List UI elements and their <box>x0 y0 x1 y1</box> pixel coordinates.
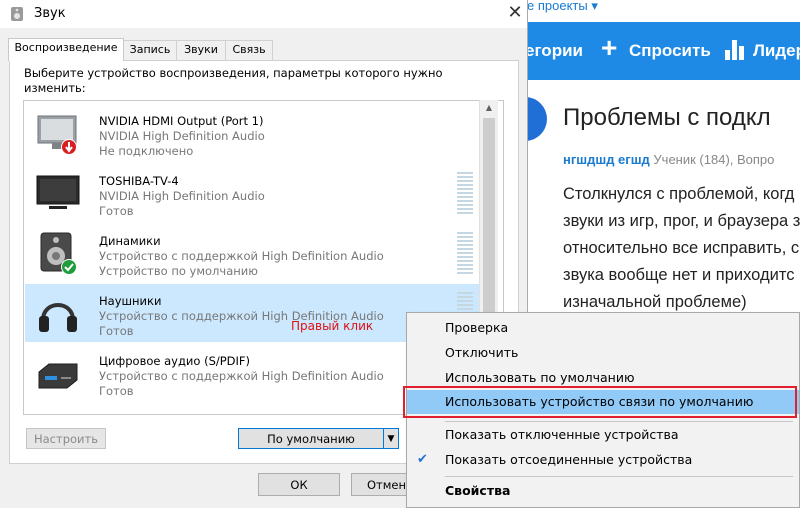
body-line: звуки из игр, прог, и браузера з <box>563 212 800 230</box>
device-name: NVIDIA HDMI Output (Port 1) <box>99 114 264 128</box>
volume-level-meter <box>457 172 473 216</box>
menu-item-label: Показать отсоединенные устройства <box>445 452 693 467</box>
device-status: Готов <box>99 204 134 218</box>
projects-link[interactable]: е проекты ▾ <box>527 0 598 14</box>
menu-item-label: Отключить <box>445 345 519 360</box>
device-status: Устройство по умолчанию <box>99 264 258 278</box>
speaker-title-icon <box>11 7 23 21</box>
menu-item-show-disabled[interactable]: Показать отключенные устройства <box>407 423 799 447</box>
configure-button[interactable]: Настроить <box>26 428 106 449</box>
device-description: NVIDIA High Definition Audio <box>99 189 265 203</box>
list-item[interactable]: Динамики Устройство с поддержкой High De… <box>25 224 480 282</box>
menu-separator <box>445 476 793 477</box>
menu-item-label: Показать отключенные устройства <box>445 427 679 442</box>
monitor-disconnected-icon <box>37 115 77 155</box>
device-name: Цифровое аудио (S/PDIF) <box>99 354 251 368</box>
checkmark-icon: ✔ <box>417 452 428 467</box>
web-nav-bar: егории + Спросить Лидер <box>525 22 800 80</box>
device-name: Наушники <box>99 294 162 308</box>
plus-icon: + <box>601 32 618 63</box>
set-default-button[interactable]: По умолчанию <box>238 428 384 449</box>
question-body: Столкнулся с проблемой, когд звуки из иг… <box>563 181 800 316</box>
nav-categories[interactable]: егории <box>525 41 583 61</box>
volume-level-meter <box>457 232 473 276</box>
device-name: TOSHIBA-TV-4 <box>99 174 179 188</box>
title-bar[interactable]: Звук ✕ <box>0 0 527 28</box>
menu-item-properties[interactable]: Свойства <box>407 479 799 503</box>
question-title: Проблемы с подкл <box>563 104 771 131</box>
device-status: Готов <box>99 324 134 338</box>
device-description: Устройство с поддержкой High Definition … <box>99 369 384 383</box>
scroll-up-icon[interactable]: ▲ <box>480 100 498 116</box>
instructions-text: Выберите устройство воспроизведения, пар… <box>24 66 443 95</box>
body-line: относительно все исправить, с <box>563 239 800 257</box>
device-description: NVIDIA High Definition Audio <box>99 129 265 143</box>
device-name: Динамики <box>99 234 161 248</box>
menu-item-label: Свойства <box>445 483 511 498</box>
menu-item-show-disconnected[interactable]: ✔ Показать отсоединенные устройства <box>407 448 799 472</box>
web-top-bar: е проекты ▾ <box>525 0 800 14</box>
tab-sounds[interactable]: Звуки <box>176 40 226 60</box>
nav-ask[interactable]: Спросить <box>629 41 711 61</box>
window-title: Звук <box>34 6 66 21</box>
ok-button[interactable]: ОК <box>258 473 340 496</box>
tv-icon <box>36 175 80 209</box>
annotation-highlight-box <box>403 386 797 418</box>
right-click-annotation: Правый клик <box>291 319 374 333</box>
headphones-icon <box>39 303 77 332</box>
tab-playback[interactable]: Воспроизведение <box>8 38 124 61</box>
menu-separator <box>445 421 793 422</box>
author-info: Ученик (184), Вопро <box>653 152 775 167</box>
tab-communications[interactable]: Связь <box>225 40 273 60</box>
leaders-bar-icon <box>725 40 744 60</box>
menu-item-disable[interactable]: Отключить <box>407 341 799 365</box>
list-item[interactable]: TOSHIBA-TV-4 NVIDIA High Definition Audi… <box>25 164 480 222</box>
chevron-down-icon[interactable]: ▼ <box>383 428 399 449</box>
body-line: звука вообще нет и приходитс <box>563 266 795 284</box>
device-status: Готов <box>99 384 134 398</box>
question-meta: нгшдшд егшд Ученик (184), Вопро <box>563 152 774 167</box>
digital-audio-icon <box>38 363 78 389</box>
author-link[interactable]: нгшдшд егшд <box>563 152 650 167</box>
speaker-default-icon <box>40 232 77 275</box>
device-description: Устройство с поддержкой High Definition … <box>99 249 384 263</box>
list-item[interactable]: NVIDIA HDMI Output (Port 1) NVIDIA High … <box>25 104 480 162</box>
menu-item-label: Проверка <box>445 320 509 335</box>
device-status: Не подключено <box>99 144 194 158</box>
tab-recording[interactable]: Запись <box>123 40 177 60</box>
body-line: Столкнулся с проблемой, когд <box>563 185 795 203</box>
close-icon[interactable]: ✕ <box>502 1 528 27</box>
menu-item-test[interactable]: Проверка <box>407 316 799 340</box>
nav-leaders[interactable]: Лидер <box>753 41 800 61</box>
